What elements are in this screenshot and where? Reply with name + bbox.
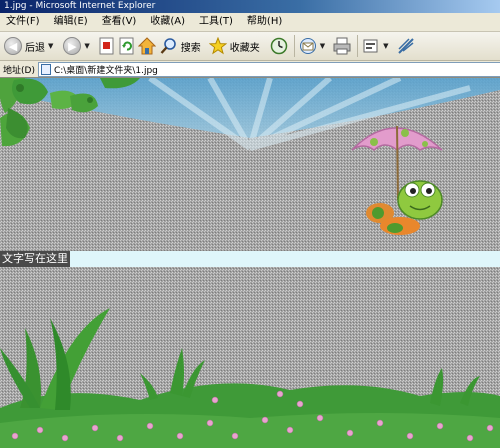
back-label: 后退 bbox=[25, 42, 45, 54]
messenger-button[interactable] bbox=[397, 34, 415, 58]
menu-favorites[interactable]: 收藏(A) bbox=[143, 13, 192, 31]
mail-icon bbox=[299, 38, 316, 54]
edit-page-icon bbox=[363, 39, 378, 53]
back-button[interactable]: ◀ 后退 ▼ bbox=[4, 34, 53, 58]
print-button[interactable] bbox=[333, 34, 351, 58]
back-arrow-icon: ◀ bbox=[4, 37, 22, 55]
back-dropdown-icon[interactable]: ▼ bbox=[48, 42, 53, 50]
history-button[interactable] bbox=[270, 34, 288, 58]
forward-arrow-icon: ▶ bbox=[63, 37, 82, 55]
favorites-star-icon bbox=[208, 37, 227, 55]
address-value[interactable]: C:\桌面\新建文件夹\1.jpg bbox=[54, 63, 158, 76]
mail-button[interactable]: ▼ bbox=[299, 34, 325, 58]
menu-tools[interactable]: 工具(T) bbox=[192, 13, 240, 31]
address-input[interactable]: C:\桌面\新建文件夹\1.jpg bbox=[37, 61, 500, 77]
refresh-button[interactable] bbox=[118, 34, 136, 58]
toolbar: ◀ 后退 ▼ ▶ ▼ 搜索 收藏夹 ▼ ▼ bbox=[0, 32, 500, 61]
title-bar: 1.jpg - Microsoft Internet Explorer bbox=[0, 0, 500, 13]
home-button[interactable] bbox=[137, 34, 156, 58]
stop-icon bbox=[99, 37, 114, 55]
search-button[interactable]: 搜索 bbox=[160, 34, 201, 58]
favorites-button[interactable]: 收藏夹 bbox=[208, 34, 260, 58]
menu-help[interactable]: 帮助(H) bbox=[240, 13, 289, 31]
stop-button[interactable] bbox=[98, 34, 116, 58]
toolbar-separator bbox=[357, 35, 359, 57]
edit-dropdown-icon[interactable]: ▼ bbox=[383, 42, 388, 50]
menu-file[interactable]: 文件(F) bbox=[2, 13, 47, 31]
address-label: 地址(D) bbox=[3, 65, 35, 76]
forward-button[interactable]: ▶ ▼ bbox=[63, 34, 90, 58]
mail-dropdown-icon[interactable]: ▼ bbox=[320, 42, 325, 50]
edit-button[interactable]: ▼ bbox=[362, 34, 389, 58]
home-icon bbox=[137, 37, 156, 55]
window-title: 1.jpg - Microsoft Internet Explorer bbox=[4, 1, 156, 11]
search-icon bbox=[160, 38, 176, 54]
menu-view[interactable]: 查看(V) bbox=[95, 13, 144, 31]
forward-dropdown-icon[interactable]: ▼ bbox=[84, 42, 89, 50]
refresh-icon bbox=[119, 37, 134, 55]
print-icon bbox=[333, 37, 351, 55]
favorites-label: 收藏夹 bbox=[229, 42, 260, 54]
caption-text: 文字写在这里 bbox=[0, 251, 70, 267]
search-label: 搜索 bbox=[180, 42, 201, 54]
messenger-icon bbox=[397, 38, 414, 54]
caption-strip bbox=[0, 251, 500, 267]
page-content: 文字写在这里 bbox=[0, 78, 500, 448]
page-icon bbox=[40, 63, 51, 75]
history-icon bbox=[270, 37, 288, 55]
menu-edit[interactable]: 编辑(E) bbox=[47, 13, 95, 31]
menu-bar: 文件(F) 编辑(E) 查看(V) 收藏(A) 工具(T) 帮助(H) bbox=[0, 13, 500, 32]
toolbar-separator bbox=[293, 35, 295, 57]
address-bar: 地址(D) C:\桌面\新建文件夹\1.jpg bbox=[0, 61, 500, 78]
